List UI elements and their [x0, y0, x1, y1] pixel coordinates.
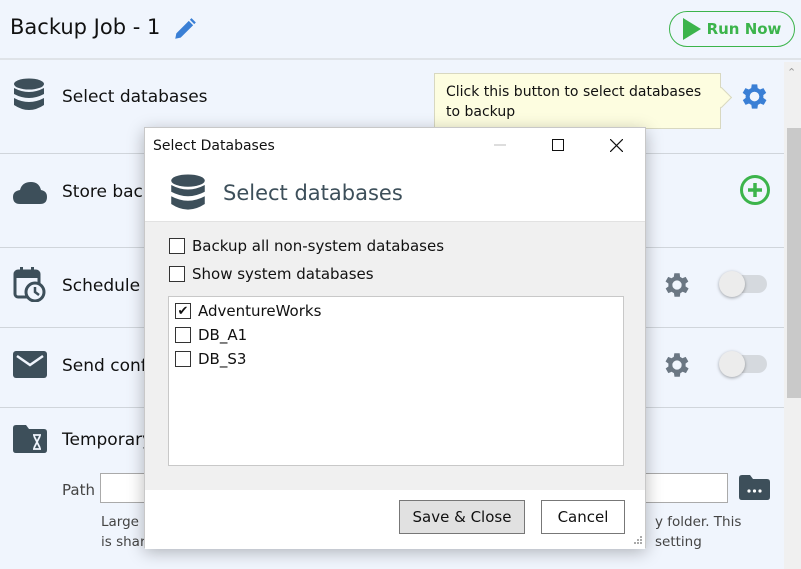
add-destination-icon[interactable]: [739, 174, 771, 206]
checkbox-box[interactable]: [175, 351, 191, 367]
maximize-button[interactable]: [535, 128, 581, 162]
run-now-button[interactable]: Run Now: [669, 11, 795, 47]
scroll-up-icon[interactable]: ⌃: [787, 66, 796, 79]
email-toggle[interactable]: [719, 351, 767, 377]
section-label: Send confi: [62, 356, 152, 376]
job-header: Backup Job - 1 Run Now: [0, 0, 801, 60]
checkbox-box[interactable]: [169, 238, 185, 254]
close-icon: [609, 138, 623, 152]
schedule-gear-icon[interactable]: [661, 269, 693, 301]
tooltip: Click this button to select databases to…: [434, 73, 721, 129]
minimize-button[interactable]: [477, 128, 523, 162]
schedule-toggle[interactable]: [719, 271, 767, 297]
database-name: DB_S3: [198, 350, 247, 368]
cancel-button[interactable]: Cancel: [541, 500, 625, 534]
database-item[interactable]: DB_S3: [175, 350, 246, 368]
database-list: ✔ AdventureWorks DB_A1 DB_S3: [168, 296, 624, 466]
dialog-window-title: Select Databases: [153, 138, 275, 154]
resize-grip-icon[interactable]: [632, 536, 642, 546]
play-icon: [682, 18, 701, 40]
vertical-scrollbar[interactable]: ⌃: [784, 62, 801, 569]
section-label: Store back: [62, 182, 153, 202]
calendar-clock-icon: [13, 267, 46, 302]
job-title: Backup Job - 1: [10, 15, 161, 39]
select-databases-gear-icon[interactable]: [738, 80, 771, 113]
database-icon: [171, 174, 205, 210]
toggle-knob: [719, 351, 745, 377]
email-gear-icon[interactable]: [661, 349, 693, 381]
database-item[interactable]: ✔ AdventureWorks: [175, 302, 321, 320]
checkbox-box[interactable]: [169, 266, 185, 282]
section-label: Temporary: [62, 430, 153, 450]
pencil-icon[interactable]: [172, 16, 198, 42]
database-icon: [14, 78, 44, 110]
database-item[interactable]: DB_A1: [175, 326, 247, 344]
backup-all-checkbox[interactable]: Backup all non-system databases: [169, 237, 444, 255]
checkbox-label: Show system databases: [192, 265, 374, 283]
folder-hourglass-icon: [13, 425, 47, 453]
envelope-icon: [13, 351, 47, 378]
database-name: DB_A1: [198, 326, 248, 344]
dialog-heading: Select databases: [223, 181, 403, 205]
close-button[interactable]: [593, 128, 639, 162]
dialog-titlebar[interactable]: Select Databases: [145, 128, 645, 162]
save-close-button[interactable]: Save & Close: [399, 500, 525, 534]
select-databases-dialog: Select Databases Select databases Backup…: [144, 127, 646, 549]
run-now-label: Run Now: [706, 20, 782, 38]
database-name: AdventureWorks: [198, 302, 322, 320]
scrollbar-thumb[interactable]: [787, 128, 801, 398]
browse-folder-icon[interactable]: [739, 475, 770, 500]
dialog-body: Backup all non-system databases Show sys…: [145, 222, 645, 490]
section-label: Schedule b: [62, 276, 157, 296]
show-system-checkbox[interactable]: Show system databases: [169, 265, 374, 283]
dialog-header: Select databases: [145, 162, 645, 222]
checkbox-label: Backup all non-system databases: [192, 237, 445, 255]
maximize-icon: [552, 139, 564, 151]
path-label: Path: [62, 481, 95, 499]
dialog-footer: Save & Close Cancel: [145, 490, 645, 549]
cloud-icon: [13, 182, 47, 204]
checkbox-checked[interactable]: ✔: [175, 303, 191, 319]
toggle-knob: [719, 271, 745, 297]
help-text-right: y folder. This setting: [655, 514, 742, 550]
section-label: Select databases: [62, 87, 208, 107]
minimize-icon: [494, 144, 506, 146]
checkbox-box[interactable]: [175, 327, 191, 343]
